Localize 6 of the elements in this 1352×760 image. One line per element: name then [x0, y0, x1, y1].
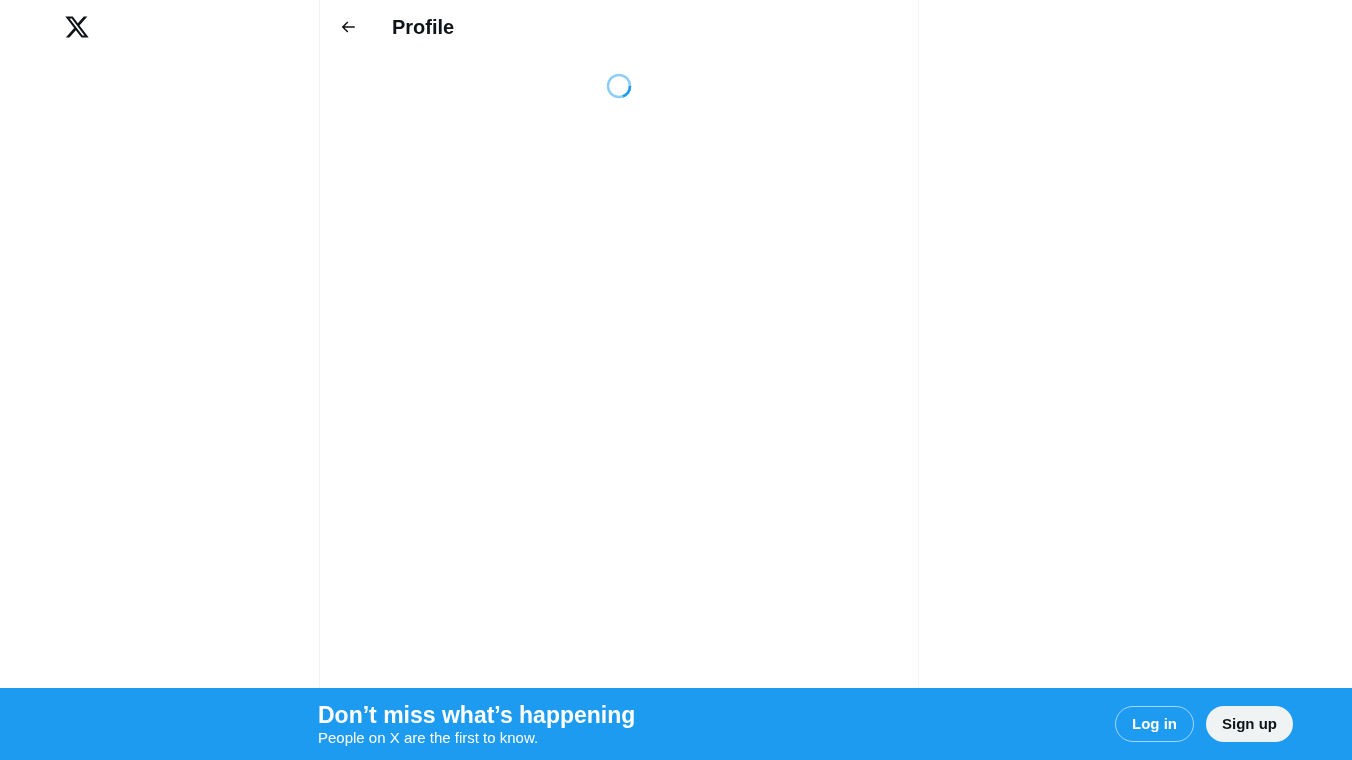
loading-spinner-icon: [606, 73, 632, 99]
logo-icon[interactable]: [64, 14, 90, 40]
banner-title: Don’t miss what’s happening: [318, 701, 636, 729]
page-title: Profile: [392, 14, 455, 40]
banner-subtitle: People on X are the first to know.: [318, 729, 540, 747]
signup-button[interactable]: Sign up: [1206, 706, 1293, 742]
